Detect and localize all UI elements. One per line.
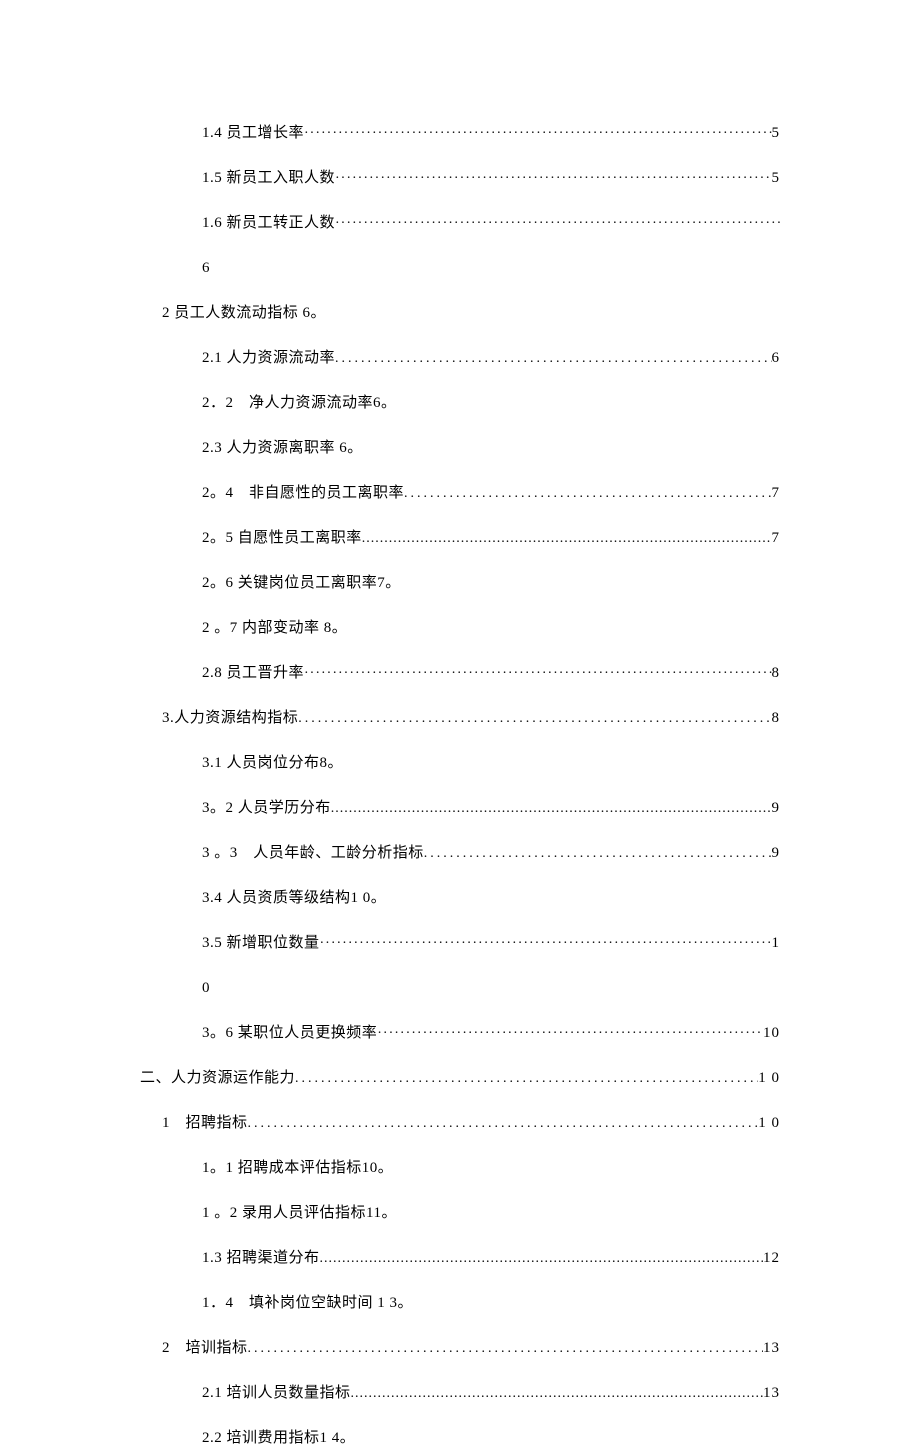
- toc-entry-text: 6: [202, 260, 210, 276]
- toc-entry: 2。5 自愿性员工离职率 7: [202, 525, 780, 552]
- toc-leader: [248, 1336, 763, 1361]
- toc-entry-text: 1．4 填补岗位空缺时间 1 3。: [202, 1290, 413, 1317]
- toc-entry: 1.6 新员工转正人数: [202, 210, 780, 237]
- toc-page-number: 7: [772, 480, 781, 507]
- toc-entry-text: 1.5 新员工入职人数: [202, 165, 335, 192]
- toc-entry-text: 2.8 员工晋升率: [202, 660, 304, 687]
- toc-entry: 2.3 人力资源离职率 6。: [202, 435, 780, 462]
- toc-entry: 1 招聘指标 1 0: [162, 1110, 780, 1137]
- toc-entry-text: 2。4 非自愿性的员工离职率: [202, 480, 404, 507]
- toc-page-number: 10: [763, 1020, 780, 1047]
- toc-entry: 1 。2 录用人员评估指标11。: [202, 1200, 780, 1227]
- toc-entry: 3。6 某职位人员更换频率 10: [202, 1020, 780, 1047]
- toc-entry-text: 1 。2 录用人员评估指标11。: [202, 1200, 397, 1227]
- toc-entry: 3 。3 人员年龄、工龄分析指标 9: [202, 840, 780, 867]
- toc-entry: 2.1 培训人员数量指标 13: [202, 1380, 780, 1407]
- toc-page-number: 9: [772, 795, 781, 822]
- toc-entry-text: 3。2 人员学历分布: [202, 795, 331, 822]
- toc-entry-text: 3.人力资源结构指标: [162, 705, 298, 732]
- toc-page-number: 5: [772, 120, 781, 147]
- toc-page-number: 13: [763, 1380, 780, 1407]
- toc-entry-text: 3 。3 人员年龄、工龄分析指标: [202, 840, 424, 867]
- toc-entry-text: 二、人力资源运作能力: [140, 1065, 295, 1092]
- toc-page-number: 13: [763, 1335, 780, 1362]
- toc-entry: 2.1 人力资源流动率 6: [202, 345, 780, 372]
- toc-entry: 3.5 新增职位数量 1: [202, 930, 780, 957]
- toc-entry-text: 1。1 招聘成本评估指标10。: [202, 1155, 393, 1182]
- toc-entry: 2.8 员工晋升率 8: [202, 660, 780, 687]
- toc-leader: [335, 166, 771, 191]
- toc-leader: [295, 1066, 758, 1091]
- toc-leader: [362, 526, 772, 551]
- toc-entry-text: 3.1 人员岗位分布8。: [202, 750, 343, 777]
- toc-leader: [304, 121, 771, 146]
- toc-entry: 3。2 人员学历分布 9: [202, 795, 780, 822]
- toc-entry-text: 2.1 人力资源流动率: [202, 345, 335, 372]
- toc-entry: 1.4 员工增长率 5: [202, 120, 780, 147]
- toc-leader: [335, 211, 780, 236]
- toc-entry: 2.2 培训费用指标1 4。: [202, 1425, 780, 1452]
- toc-entry: 2 培训指标 13: [162, 1335, 780, 1362]
- toc-leader: [404, 481, 771, 506]
- toc-page-number: 7: [772, 525, 781, 552]
- toc-entry-text: 2.3 人力资源离职率 6。: [202, 435, 363, 462]
- toc-leader: [248, 1111, 759, 1136]
- toc-entry-text: 1.4 员工增长率: [202, 120, 304, 147]
- toc-entry-text: 1.3 招聘渠道分布: [202, 1245, 320, 1272]
- toc-leader: [320, 931, 772, 956]
- toc-leader: [320, 1246, 763, 1271]
- toc-entry-text: 2.2 培训费用指标1 4。: [202, 1425, 355, 1452]
- toc-entry-text: 2．2 净人力资源流动率6。: [202, 390, 397, 417]
- toc-entry-text: 2.1 培训人员数量指标: [202, 1380, 351, 1407]
- toc-entry: 1.5 新员工入职人数 5: [202, 165, 780, 192]
- toc-entry: 2。6 关键岗位员工离职率7。: [202, 570, 780, 597]
- toc-entry: 2。4 非自愿性的员工离职率 7: [202, 480, 780, 507]
- toc-entry-text: 3.4 人员资质等级结构1 0。: [202, 885, 386, 912]
- toc-continuation-line: 6: [202, 255, 780, 282]
- toc-entry-text: 2。6 关键岗位员工离职率7。: [202, 570, 401, 597]
- toc-entry-text: 0: [202, 980, 210, 996]
- toc-page-number: 8: [772, 660, 781, 687]
- toc-entry-text: 3。6 某职位人员更换频率: [202, 1020, 377, 1047]
- toc-leader: [331, 796, 772, 821]
- toc-entry: 2．2 净人力资源流动率6。: [202, 390, 780, 417]
- toc-leader: [351, 1381, 763, 1406]
- toc-entry-text: 1 招聘指标: [162, 1110, 248, 1137]
- toc-entry-text: 1.6 新员工转正人数: [202, 210, 335, 237]
- table-of-contents: 1.4 员工增长率 5 1.5 新员工入职人数 5 1.6 新员工转正人数 6 2 员工人数…: [140, 120, 780, 1452]
- toc-entry-text: 2。5 自愿性员工离职率: [202, 525, 362, 552]
- toc-entry-text: 2 培训指标: [162, 1335, 248, 1362]
- toc-page-number: 12: [763, 1245, 780, 1272]
- toc-entry: 2 员工人数流动指标 6。: [162, 300, 780, 327]
- toc-entry-text: 3.5 新增职位数量: [202, 930, 320, 957]
- toc-entry: 1.3 招聘渠道分布 12: [202, 1245, 780, 1272]
- toc-page-number: 6: [772, 345, 781, 372]
- toc-leader: [377, 1021, 763, 1046]
- toc-leader: [424, 841, 772, 866]
- toc-entry-text: 2 。7 内部变动率 8。: [202, 615, 347, 642]
- toc-leader: [335, 346, 771, 371]
- toc-leader: [304, 661, 771, 686]
- toc-page-number: 9: [772, 840, 781, 867]
- toc-entry: 2 。7 内部变动率 8。: [202, 615, 780, 642]
- toc-entry: 1．4 填补岗位空缺时间 1 3。: [202, 1290, 780, 1317]
- toc-entry: 3.1 人员岗位分布8。: [202, 750, 780, 777]
- toc-entry: 1。1 招聘成本评估指标10。: [202, 1155, 780, 1182]
- toc-continuation-line: 0: [202, 975, 780, 1002]
- toc-leader: [298, 706, 771, 731]
- toc-page-number: 1 0: [758, 1110, 780, 1137]
- toc-page-number: 1: [772, 930, 781, 957]
- toc-entry: 3.4 人员资质等级结构1 0。: [202, 885, 780, 912]
- toc-page-number: 8: [772, 705, 781, 732]
- toc-entry: 3.人力资源结构指标 8: [162, 705, 780, 732]
- toc-entry-text: 2 员工人数流动指标 6。: [162, 300, 326, 327]
- toc-entry: 二、人力资源运作能力 1 0: [140, 1065, 780, 1092]
- toc-page-number: 5: [772, 165, 781, 192]
- toc-page-number: 1 0: [758, 1065, 780, 1092]
